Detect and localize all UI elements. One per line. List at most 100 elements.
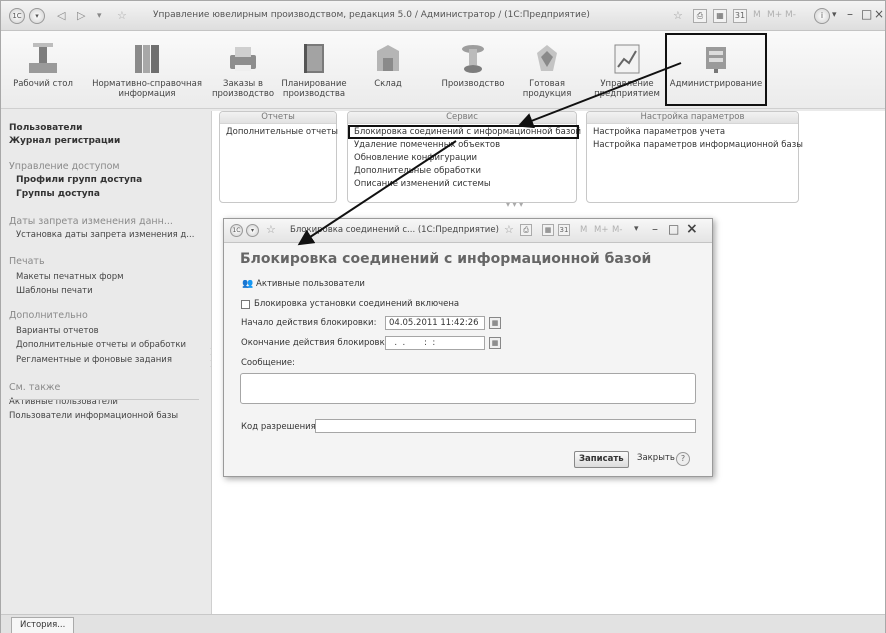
section-link[interactable]: Настройка параметров учета — [587, 124, 798, 139]
nav-extra-reports[interactable]: Дополнительные отчеты и обработки — [16, 340, 186, 350]
settings-section: Настройка параметров Настройка параметро… — [586, 111, 803, 203]
bottom-bar: История... — [1, 614, 885, 633]
section-header: Сервис — [348, 112, 576, 124]
code-field[interactable] — [315, 419, 696, 433]
divider — [9, 399, 199, 400]
toolbar-label: Готовая продукция — [522, 79, 572, 99]
message-label: Сообщение: — [241, 358, 295, 368]
toolbar-item-finished[interactable]: Готовая продукция — [517, 41, 577, 99]
nav-see-also-header: См. также — [9, 382, 61, 393]
toolbar-label: Производство — [441, 79, 505, 89]
calculator-icon[interactable]: ▦ — [713, 9, 727, 23]
administration-highlight — [665, 33, 767, 106]
favorites-add-icon[interactable]: ☆ — [504, 223, 514, 236]
calculator-icon[interactable]: ▦ — [542, 224, 554, 236]
dropdown-icon[interactable]: ▾ — [634, 224, 639, 234]
toolbar-label: Рабочий стол — [13, 79, 73, 89]
nav-print-layouts[interactable]: Макеты печатных форм — [16, 272, 124, 282]
forward-icon[interactable]: ▷ — [77, 9, 85, 23]
nav-journal[interactable]: Журнал регистрации — [9, 136, 120, 146]
info-icon[interactable]: i — [814, 8, 830, 24]
close-button[interactable]: Закрыть — [637, 453, 675, 463]
navigation-panel: Пользователи Журнал регистрации Управлен… — [1, 111, 209, 615]
history-button[interactable]: История... — [11, 617, 75, 633]
m-minus-button[interactable]: M- — [785, 10, 796, 20]
section-link[interactable]: Описание изменений системы — [348, 178, 576, 191]
nav-extra-tasks[interactable]: Регламентные и фоновые задания — [16, 355, 172, 365]
section-link[interactable]: Настройка параметров информационной базы — [587, 139, 803, 152]
toolbar-item-warehouse[interactable]: Склад — [363, 41, 413, 89]
nav-access-header: Управление доступом — [9, 161, 120, 172]
nav-ib-users[interactable]: Пользователи информационной базы — [9, 411, 178, 421]
link-icon[interactable]: ⎙ — [520, 224, 532, 236]
toolbar-item-management[interactable]: Управление предприятием — [591, 41, 663, 99]
m-plus-button[interactable]: M+ — [767, 10, 782, 20]
calendar-picker-icon[interactable]: ▦ — [489, 317, 501, 329]
nav-print-templates[interactable]: Шаблоны печати — [16, 286, 93, 296]
favorites-add-icon[interactable]: ☆ — [673, 9, 683, 23]
toolbar-label: Нормативно-справочная информация — [92, 79, 202, 99]
section-link[interactable]: Дополнительные отчеты — [220, 124, 338, 139]
users-icon: 👥 — [242, 279, 254, 289]
link-icon[interactable]: ⎙ — [693, 9, 707, 23]
section-link[interactable]: Обновление конфигурации — [348, 152, 576, 165]
nav-access-groups[interactable]: Группы доступа — [16, 189, 100, 199]
close-icon[interactable]: × — [874, 7, 884, 21]
lock-checkbox[interactable] — [241, 300, 250, 309]
minimize-icon[interactable]: – — [847, 7, 853, 21]
favorites-star-icon[interactable]: ☆ — [266, 223, 276, 236]
m-minus-button[interactable]: M- — [612, 225, 622, 235]
production-icon — [457, 41, 489, 75]
app-logo-icon[interactable]: 1С — [230, 224, 243, 237]
calendar-icon[interactable]: 31 — [733, 9, 747, 23]
toolbar-item-production[interactable]: Производство — [438, 41, 508, 89]
app-logo-icon[interactable]: 1С — [9, 8, 25, 24]
calendar-picker-icon[interactable]: ▦ — [489, 337, 501, 349]
minimize-icon[interactable]: – — [652, 222, 658, 236]
warehouse-icon — [372, 41, 404, 75]
save-button[interactable]: Записать — [574, 451, 629, 468]
dialog-heading: Блокировка соединений с информационной б… — [240, 251, 652, 267]
m-button[interactable]: M — [580, 225, 587, 235]
favorites-star-icon[interactable]: ☆ — [117, 9, 127, 23]
toolbar-label: Склад — [374, 79, 402, 89]
toolbar-label: Планирование производства — [281, 79, 347, 99]
menu-icon[interactable]: ▾ — [29, 8, 45, 24]
m-plus-button[interactable]: M+ — [594, 225, 608, 235]
toolbar-item-desktop[interactable]: Рабочий стол — [13, 41, 73, 89]
toolbar-item-reference[interactable]: Нормативно-справочная информация — [89, 41, 205, 99]
nav-dates-header: Даты запрета изменения данн... — [9, 216, 173, 227]
nav-extra-header: Дополнительно — [9, 310, 88, 321]
close-icon[interactable]: × — [686, 221, 698, 237]
lock-checkbox-label: Блокировка установки соединений включена — [254, 299, 460, 309]
reports-section: Отчеты Дополнительные отчеты — [219, 111, 338, 203]
planning-book-icon — [298, 41, 330, 75]
section-link[interactable]: Удаление помеченных объектов — [348, 139, 576, 152]
end-label: Окончание действия блокировки: — [241, 338, 394, 348]
start-date-field[interactable]: 04.05.2011 11:42:26 — [385, 316, 485, 330]
reference-books-icon — [131, 41, 163, 75]
toolbar-item-orders[interactable]: Заказы в производство — [211, 41, 275, 99]
nav-users[interactable]: Пользователи — [9, 123, 82, 133]
menu-icon[interactable]: ▾ — [246, 224, 259, 237]
end-date-field[interactable]: . . : : — [385, 336, 485, 350]
nav-access-profiles[interactable]: Профили групп доступа — [16, 175, 142, 185]
section-link[interactable]: Дополнительные обработки — [348, 165, 576, 178]
m-button[interactable]: M — [753, 10, 761, 20]
lock-dialog: 1С ▾ ☆ Блокировка соединений с... (1С:Пр… — [223, 218, 713, 477]
dialog-title-bar: 1С ▾ ☆ Блокировка соединений с... (1С:Пр… — [224, 219, 712, 243]
back-icon[interactable]: ◁ — [57, 9, 65, 23]
message-field[interactable] — [240, 373, 696, 404]
toolbar-item-planning[interactable]: Планирование производства — [281, 41, 347, 99]
calendar-icon[interactable]: 31 — [558, 224, 570, 236]
history-dropdown-icon[interactable]: ▾ — [97, 9, 102, 23]
service-link-highlight — [348, 125, 579, 139]
nav-dates-item[interactable]: Установка даты запрета изменения д... — [16, 230, 194, 240]
nav-extra-variants[interactable]: Варианты отчетов — [16, 326, 99, 336]
maximize-icon[interactable]: □ — [861, 7, 872, 21]
desktop-icon — [27, 41, 59, 75]
maximize-icon[interactable]: □ — [668, 222, 679, 236]
active-users-button[interactable]: Активные пользователи — [256, 279, 365, 289]
help-button[interactable]: ? — [676, 452, 690, 466]
dropdown-icon[interactable]: ▾ — [832, 10, 837, 20]
